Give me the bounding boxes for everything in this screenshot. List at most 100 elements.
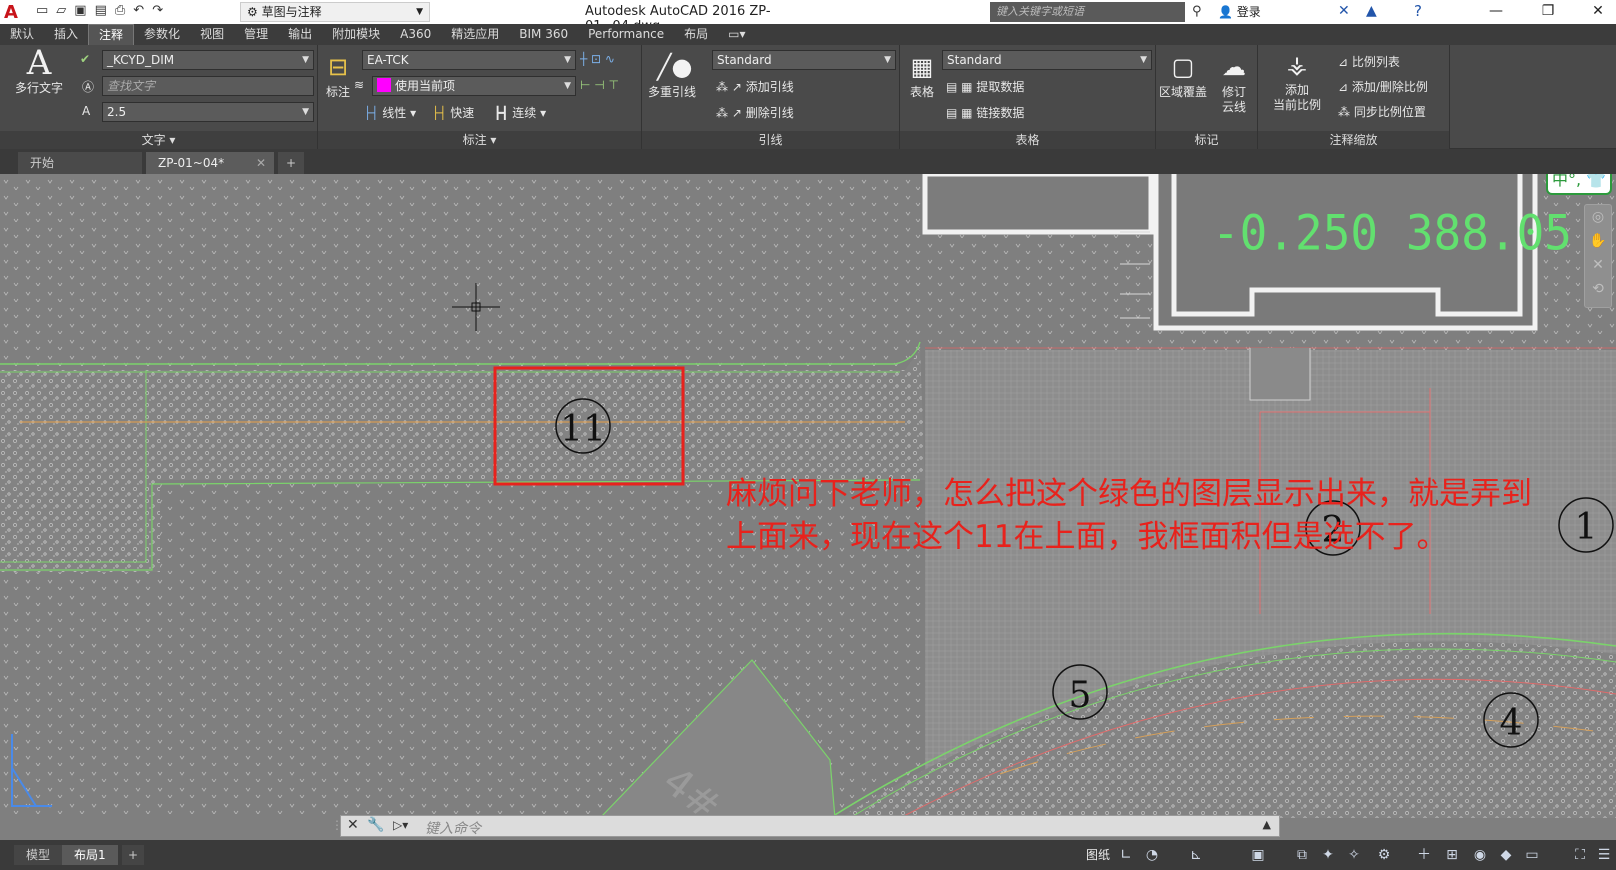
plus-icon[interactable]: ＋ — [1414, 845, 1434, 865]
find-text-input[interactable]: 查找文字 — [102, 76, 314, 96]
text-panel-label[interactable]: 文字 ▾ — [0, 131, 317, 149]
tab-model[interactable]: 模型 — [14, 845, 63, 865]
multiline-text-button[interactable]: A 多行文字 — [6, 46, 72, 96]
minimize-button[interactable]: — — [1486, 3, 1506, 19]
grid-icon[interactable]: ∟ — [1116, 845, 1136, 865]
table-style-dropdown[interactable]: Standard ▼ — [942, 50, 1152, 70]
table-button[interactable]: ▦ 表格 — [904, 53, 940, 100]
prompt-icon[interactable]: ▷▾ — [393, 818, 408, 832]
multileader-button[interactable]: ╱● 多重引线 — [646, 53, 698, 100]
gear-icon[interactable]: ⚙ — [1374, 845, 1394, 865]
tab-9[interactable]: 精选应用 — [441, 24, 509, 45]
quick-dim-button[interactable]: ├┤ 快速 — [432, 104, 474, 121]
help-icon[interactable]: ? — [1414, 2, 1422, 20]
tab-1[interactable]: 插入 — [44, 24, 88, 45]
zoom-icon[interactable]: ✕ — [1585, 253, 1611, 277]
osnap-icon[interactable]: ▣ — [1248, 845, 1268, 865]
navigation-bar[interactable]: ◎ ✋ ✕ ⟲ — [1584, 204, 1612, 308]
tab-start[interactable]: 开始 — [18, 152, 142, 174]
redo-icon[interactable]: ↷ — [152, 3, 163, 21]
tab-12[interactable]: 布局 — [674, 24, 718, 45]
saveas-icon[interactable]: ▤ — [95, 3, 107, 21]
annotation-visibility-icon[interactable]: ✦ — [1318, 845, 1338, 865]
pan-icon[interactable]: ✋ — [1585, 229, 1611, 253]
grip-icon[interactable]: ⋮ — [331, 818, 343, 832]
text-style-dropdown[interactable]: _KCYD_DIM ▼ — [102, 50, 314, 70]
a360-icon[interactable]: ▲ — [1366, 3, 1377, 19]
steering-wheel-icon[interactable]: ◎ — [1585, 205, 1611, 229]
continue-dim-button[interactable]: ┣┫ 连续 ▾ — [494, 104, 546, 121]
scaling-panel-label[interactable]: 注释缩放 — [1258, 131, 1449, 149]
link-data-button[interactable]: ▤ ▦ 链接数据 — [946, 104, 1024, 121]
annotation-scale-icon[interactable]: ✧ — [1344, 845, 1364, 865]
command-line[interactable]: ⋮ ✕ 🔧 ▷▾ 键入命令 ▲ — [331, 815, 1280, 838]
remove-leader-button[interactable]: ⁂ ↗ 删除引线 — [716, 104, 794, 121]
add-leader-button[interactable]: ⁂ ↗ 添加引线 — [716, 78, 794, 95]
orbit-icon[interactable]: ⟲ — [1585, 277, 1611, 301]
tab-drawing[interactable]: ZP-01~04* ✕ — [146, 152, 274, 174]
ime-indicator[interactable]: 中°, 👕 — [1546, 174, 1612, 195]
tab-8[interactable]: A360 — [390, 24, 441, 45]
fullscreen-icon[interactable]: ⛶ — [1570, 845, 1590, 865]
tab-11[interactable]: Performance — [578, 24, 674, 45]
close-button[interactable]: ✕ — [1588, 3, 1608, 19]
table-panel-label[interactable]: 表格 — [900, 131, 1155, 149]
text-height-dropdown[interactable]: 2.5 ▼ — [102, 102, 314, 122]
clean-screen-icon[interactable]: ▭ — [1522, 845, 1542, 865]
tab-5[interactable]: 管理 — [234, 24, 278, 45]
revcloud-button[interactable]: ☁ 修订 云线 — [1212, 53, 1256, 115]
login-button[interactable]: 👤 登录 — [1218, 3, 1338, 20]
tab-4[interactable]: 视图 — [190, 24, 234, 45]
tab-10[interactable]: BIM 360 — [509, 24, 578, 45]
tab-2[interactable]: 注释 — [88, 24, 135, 45]
open-icon[interactable]: ▱ — [56, 3, 66, 21]
search-input[interactable]: 键入关键字或短语 — [990, 2, 1185, 22]
dim-adjust-icon[interactable]: ┼ ⊡ ∿ — [580, 52, 615, 66]
snap-icon[interactable]: ◔ — [1142, 845, 1162, 865]
tab-3[interactable]: 参数化 — [134, 24, 190, 45]
new-tab-button[interactable]: + — [278, 152, 304, 174]
isolate-icon[interactable]: ◉ — [1470, 845, 1490, 865]
extract-data-button[interactable]: ▤ ▦ 提取数据 — [946, 78, 1024, 95]
scale-list-button[interactable]: ⊿ 比例列表 — [1338, 53, 1400, 70]
lineweight-icon[interactable]: ⧉ — [1292, 845, 1312, 865]
exchange-icon[interactable]: ✕ — [1338, 3, 1350, 19]
autocad-app-icon[interactable]: A — [4, 2, 32, 23]
dimension-button[interactable]: ⊟ 标注 — [320, 53, 356, 100]
markup-panel-label[interactable]: 标记 — [1156, 131, 1257, 149]
dimension-panel-label[interactable]: 标注 ▾ — [318, 131, 641, 149]
add-layout-button[interactable]: + — [122, 845, 145, 865]
ribbon-minimize-icon[interactable]: ▭▾ — [718, 24, 755, 45]
ortho-icon[interactable]: ⊾ — [1186, 845, 1206, 865]
plot-icon[interactable]: ⎙ — [115, 3, 125, 21]
close-icon[interactable]: ✕ — [347, 817, 359, 833]
chevron-up-icon[interactable]: ▲ — [1263, 818, 1271, 831]
wrench-icon[interactable]: 🔧 — [367, 817, 384, 833]
tab-0[interactable]: 默认 — [0, 24, 44, 45]
dimstyle-dropdown[interactable]: EA-TCK ▼ — [362, 50, 576, 70]
undo-icon[interactable]: ↶ — [133, 3, 144, 21]
tab-7[interactable]: 附加模块 — [322, 24, 390, 45]
hardware-icon[interactable]: ◆ — [1496, 845, 1516, 865]
maximize-button[interactable]: ❐ — [1538, 3, 1558, 19]
tab-layout1[interactable]: 布局1 — [62, 845, 118, 865]
linear-dim-button[interactable]: ├┤ 线性 ▾ — [364, 104, 416, 121]
dim-layer-dropdown[interactable]: 使用当前项 ▼ — [372, 76, 576, 96]
add-current-scale-button[interactable]: ⚶ 添加 当前比例 — [1266, 51, 1328, 113]
dim-check-icon[interactable]: ⊢ ⊣ ⊤ — [580, 78, 619, 92]
new-icon[interactable]: ▭ — [36, 3, 48, 21]
customize-menu-icon[interactable]: ☰ — [1594, 845, 1614, 865]
leader-panel-label[interactable]: 引线 — [642, 131, 899, 149]
close-icon[interactable]: ✕ — [256, 152, 266, 174]
wipeout-button[interactable]: ▢ 区域覆盖 — [1158, 53, 1208, 100]
binoculars-icon[interactable]: ⚲ — [1192, 4, 1202, 19]
units-icon[interactable]: ⊞ — [1442, 845, 1462, 865]
add-delete-scale-button[interactable]: ⊿ 添加/删除比例 — [1338, 78, 1428, 95]
paper-space-toggle[interactable]: 图纸 — [1086, 845, 1110, 865]
save-icon[interactable]: ▣ — [74, 3, 86, 21]
drawing-canvas[interactable]: 4# 11 2 1 5 4 -0.250 388.05 麻烦问下老师，怎么把这个… — [0, 174, 1616, 818]
tab-6[interactable]: 输出 — [278, 24, 322, 45]
workspace-dropdown[interactable]: ⚙ 草图与注释 ▼ — [240, 2, 430, 22]
spellcheck-icon[interactable]: ✔ — [80, 52, 90, 66]
command-input[interactable]: 键入命令 — [425, 818, 481, 838]
